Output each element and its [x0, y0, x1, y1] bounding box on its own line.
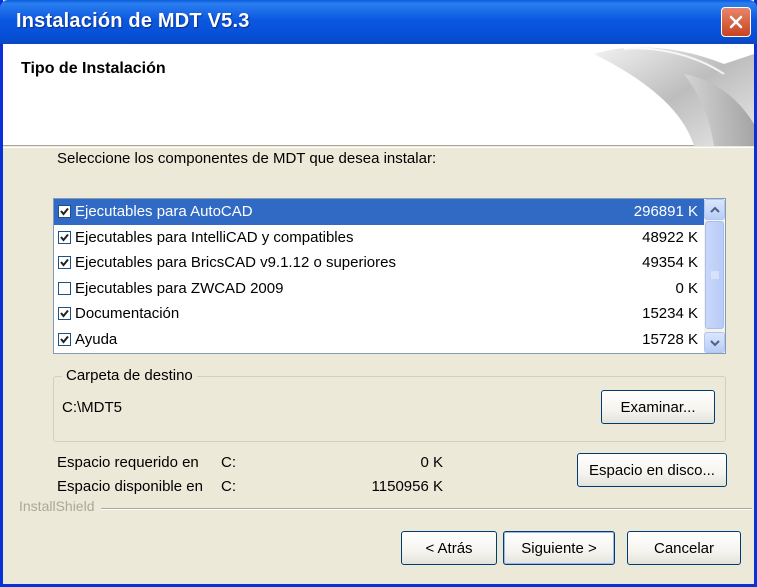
- component-size: 48922 K: [642, 228, 698, 246]
- installshield-brand: InstallShield: [19, 498, 101, 514]
- chevron-down-icon: [709, 339, 720, 346]
- component-label: Ejecutables para BricsCAD v9.1.12 o supe…: [75, 254, 396, 272]
- component-label: Ayuda: [75, 330, 118, 348]
- list-item[interactable]: Documentación 15234 K: [54, 301, 704, 327]
- components-prompt: Seleccione los componentes de MDT que de…: [57, 150, 437, 167]
- close-button[interactable]: [721, 7, 751, 37]
- installer-window: Instalación de MDT V5.3 Tipo de Instalac…: [0, 0, 757, 587]
- list-item[interactable]: Ayuda 15728 K: [54, 327, 704, 353]
- checkbox[interactable]: [58, 256, 71, 270]
- destination-legend: Carpeta de destino: [62, 367, 197, 384]
- separator: [19, 508, 752, 510]
- component-label: Documentación: [75, 305, 180, 323]
- checkbox[interactable]: [58, 332, 71, 346]
- title-bar[interactable]: Instalación de MDT V5.3: [0, 0, 757, 44]
- component-size: 49354 K: [642, 254, 698, 272]
- scroll-thumb[interactable]: [705, 221, 724, 329]
- component-size: 296891 K: [633, 203, 698, 221]
- page-title: Tipo de Instalación: [21, 60, 166, 77]
- component-size: 0 K: [675, 279, 698, 297]
- space-available-label: Espacio disponible en: [57, 478, 203, 495]
- component-label: Ejecutables para AutoCAD: [75, 203, 253, 221]
- next-button[interactable]: Siguiente >: [503, 531, 615, 565]
- checkmark-icon: [60, 259, 69, 267]
- browse-button[interactable]: Examinar...: [601, 390, 715, 424]
- checkbox[interactable]: [58, 281, 71, 295]
- space-required-drive: C:: [221, 454, 236, 471]
- vertical-scrollbar[interactable]: [704, 199, 725, 353]
- checkbox[interactable]: [58, 205, 71, 219]
- checkmark-icon: [60, 335, 69, 344]
- checkmark-icon: [60, 208, 69, 216]
- checkmark-icon: [60, 233, 69, 242]
- checkbox[interactable]: [58, 230, 71, 244]
- list-item[interactable]: Ejecutables para BricsCAD v9.1.12 o supe…: [54, 250, 704, 276]
- header-graphic: [594, 47, 754, 146]
- list-item[interactable]: Ejecutables para AutoCAD 296891 K: [54, 199, 704, 225]
- space-required-label: Espacio requerido en: [57, 454, 199, 471]
- component-size: 15728 K: [642, 330, 698, 348]
- destination-path: C:\MDT5: [62, 399, 122, 416]
- wizard-header: Tipo de Instalación: [3, 44, 754, 148]
- chevron-up-icon: [709, 206, 720, 213]
- space-available-value: 1150956 K: [371, 478, 443, 495]
- disk-space-button[interactable]: Espacio en disco...: [577, 453, 727, 487]
- grip-icon: [710, 271, 719, 279]
- components-list[interactable]: Ejecutables para AutoCAD 296891 K Ejecut…: [53, 198, 726, 354]
- close-icon: [729, 15, 743, 29]
- checkmark-icon: [60, 310, 69, 318]
- list-item[interactable]: Ejecutables para ZWCAD 2009 0 K: [54, 276, 704, 302]
- space-required-value: 0 K: [420, 454, 443, 471]
- component-size: 15234 K: [642, 305, 698, 323]
- space-available-drive: C:: [221, 478, 236, 495]
- scroll-up-button[interactable]: [704, 199, 725, 220]
- cancel-button[interactable]: Cancelar: [627, 531, 741, 565]
- back-button[interactable]: < Atrás: [401, 531, 497, 565]
- component-label: Ejecutables para IntelliCAD y compatible…: [75, 228, 354, 246]
- checkbox[interactable]: [58, 307, 71, 321]
- list-item[interactable]: Ejecutables para IntelliCAD y compatible…: [54, 225, 704, 251]
- component-label: Ejecutables para ZWCAD 2009: [75, 279, 284, 297]
- window-title: Instalación de MDT V5.3: [16, 10, 250, 32]
- scroll-down-button[interactable]: [704, 332, 725, 353]
